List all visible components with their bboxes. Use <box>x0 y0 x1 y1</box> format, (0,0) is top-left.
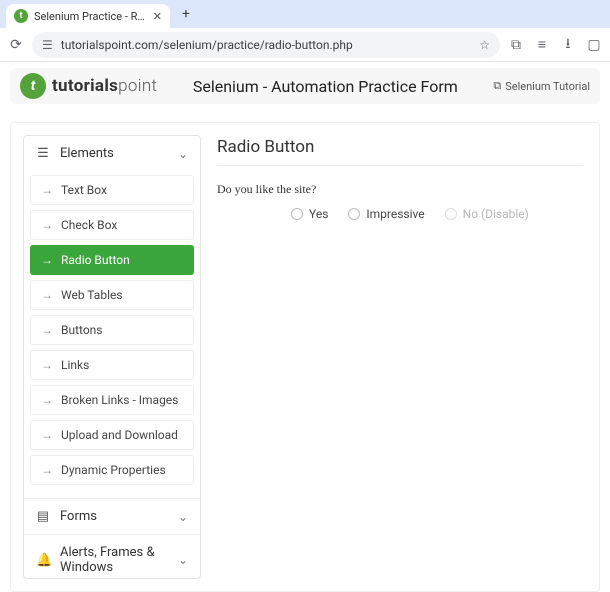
download-icon[interactable]: ⭳ <box>558 33 578 57</box>
logo-icon: t <box>20 73 46 99</box>
arrow-right-icon: → <box>41 358 53 372</box>
radio-icon <box>291 208 303 220</box>
bookmark-icon[interactable]: ☆ <box>479 38 490 52</box>
sidebar-item-buttons[interactable]: → Buttons <box>30 315 194 345</box>
browser-tab[interactable]: t Selenium Practice - Radio Bu ✕ <box>6 4 170 28</box>
chevron-down-icon: ⌄ <box>178 553 188 567</box>
radio-group: Yes Impressive No (Disable) <box>217 207 583 221</box>
tutorial-link[interactable]: ⧉ Selenium Tutorial <box>493 79 590 93</box>
arrow-right-icon: → <box>41 393 53 407</box>
main-panel: Radio Button Do you like the site? Yes I… <box>201 123 599 591</box>
radio-icon <box>445 208 457 220</box>
sidebar-item-upload-and-download[interactable]: → Upload and Download <box>30 420 194 450</box>
url-text: tutorialspoint.com/selenium/practice/rad… <box>61 38 471 52</box>
sidebar-item-radio-button[interactable]: → Radio Button <box>30 245 194 275</box>
bell-icon: 🔔 <box>36 553 50 568</box>
arrow-right-icon: → <box>41 463 53 477</box>
sidebar-section-forms[interactable]: ▤ Forms ⌄ <box>24 498 200 534</box>
radio-icon <box>348 208 360 220</box>
sidebar-item-web-tables[interactable]: → Web Tables <box>30 280 194 310</box>
page-title: Selenium - Automation Practice Form <box>163 77 487 96</box>
close-icon[interactable]: ✕ <box>153 10 162 23</box>
reader-icon[interactable]: ≡ <box>532 36 552 53</box>
sidebar-item-links[interactable]: → Links <box>30 350 194 380</box>
arrow-right-icon: → <box>41 288 53 302</box>
address-bar: ⟳ ☰ tutorialspoint.com/selenium/practice… <box>0 28 610 62</box>
external-link-icon: ⧉ <box>493 79 501 93</box>
favicon-icon: t <box>14 9 28 23</box>
url-field[interactable]: ☰ tutorialspoint.com/selenium/practice/r… <box>32 32 500 58</box>
menu-icon: ☰ <box>36 146 50 161</box>
sidebar-item-check-box[interactable]: → Check Box <box>30 210 194 240</box>
new-tab-button[interactable]: + <box>174 2 198 26</box>
radio-option-yes[interactable]: Yes <box>291 207 328 221</box>
arrow-right-icon: → <box>41 183 53 197</box>
sidebar-section-elements[interactable]: ☰ Elements ⌄ <box>24 136 200 171</box>
radio-option-impressive[interactable]: Impressive <box>348 207 424 221</box>
site-info-icon[interactable]: ☰ <box>42 38 53 52</box>
logo-text[interactable]: tutorialspoint <box>52 76 157 96</box>
sidebar-section-alerts[interactable]: 🔔 Alerts, Frames & Windows ⌄ <box>24 534 200 579</box>
sidebar-item-dynamic-properties[interactable]: → Dynamic Properties <box>30 455 194 485</box>
radio-option-no-disabled: No (Disable) <box>445 207 529 221</box>
content-wrap: ☰ Elements ⌄ → Text Box → Check Box → Ra… <box>10 122 600 592</box>
chevron-down-icon: ⌄ <box>178 147 188 161</box>
arrow-right-icon: → <box>41 323 53 337</box>
question-text: Do you like the site? <box>217 182 583 197</box>
reload-icon[interactable]: ⟳ <box>6 37 26 53</box>
site-header: t tutorialspoint Selenium - Automation P… <box>10 68 600 104</box>
sidebar-item-broken-links-images[interactable]: → Broken Links - Images <box>30 385 194 415</box>
form-icon: ▤ <box>36 509 50 524</box>
arrow-right-icon: → <box>41 428 53 442</box>
form-title: Radio Button <box>217 137 583 166</box>
arrow-right-icon: → <box>41 253 53 267</box>
sidebar-item-text-box[interactable]: → Text Box <box>30 175 194 205</box>
browser-tab-strip: t Selenium Practice - Radio Bu ✕ + <box>0 0 610 28</box>
tabs-icon[interactable]: ▢ <box>584 37 604 53</box>
sidebar: ☰ Elements ⌄ → Text Box → Check Box → Ra… <box>23 135 201 579</box>
elements-sublist: → Text Box → Check Box → Radio Button → … <box>24 171 200 498</box>
tab-title: Selenium Practice - Radio Bu <box>34 10 147 23</box>
arrow-right-icon: → <box>41 218 53 232</box>
extensions-icon[interactable]: ⧉ <box>506 37 526 53</box>
chevron-down-icon: ⌄ <box>178 510 188 524</box>
